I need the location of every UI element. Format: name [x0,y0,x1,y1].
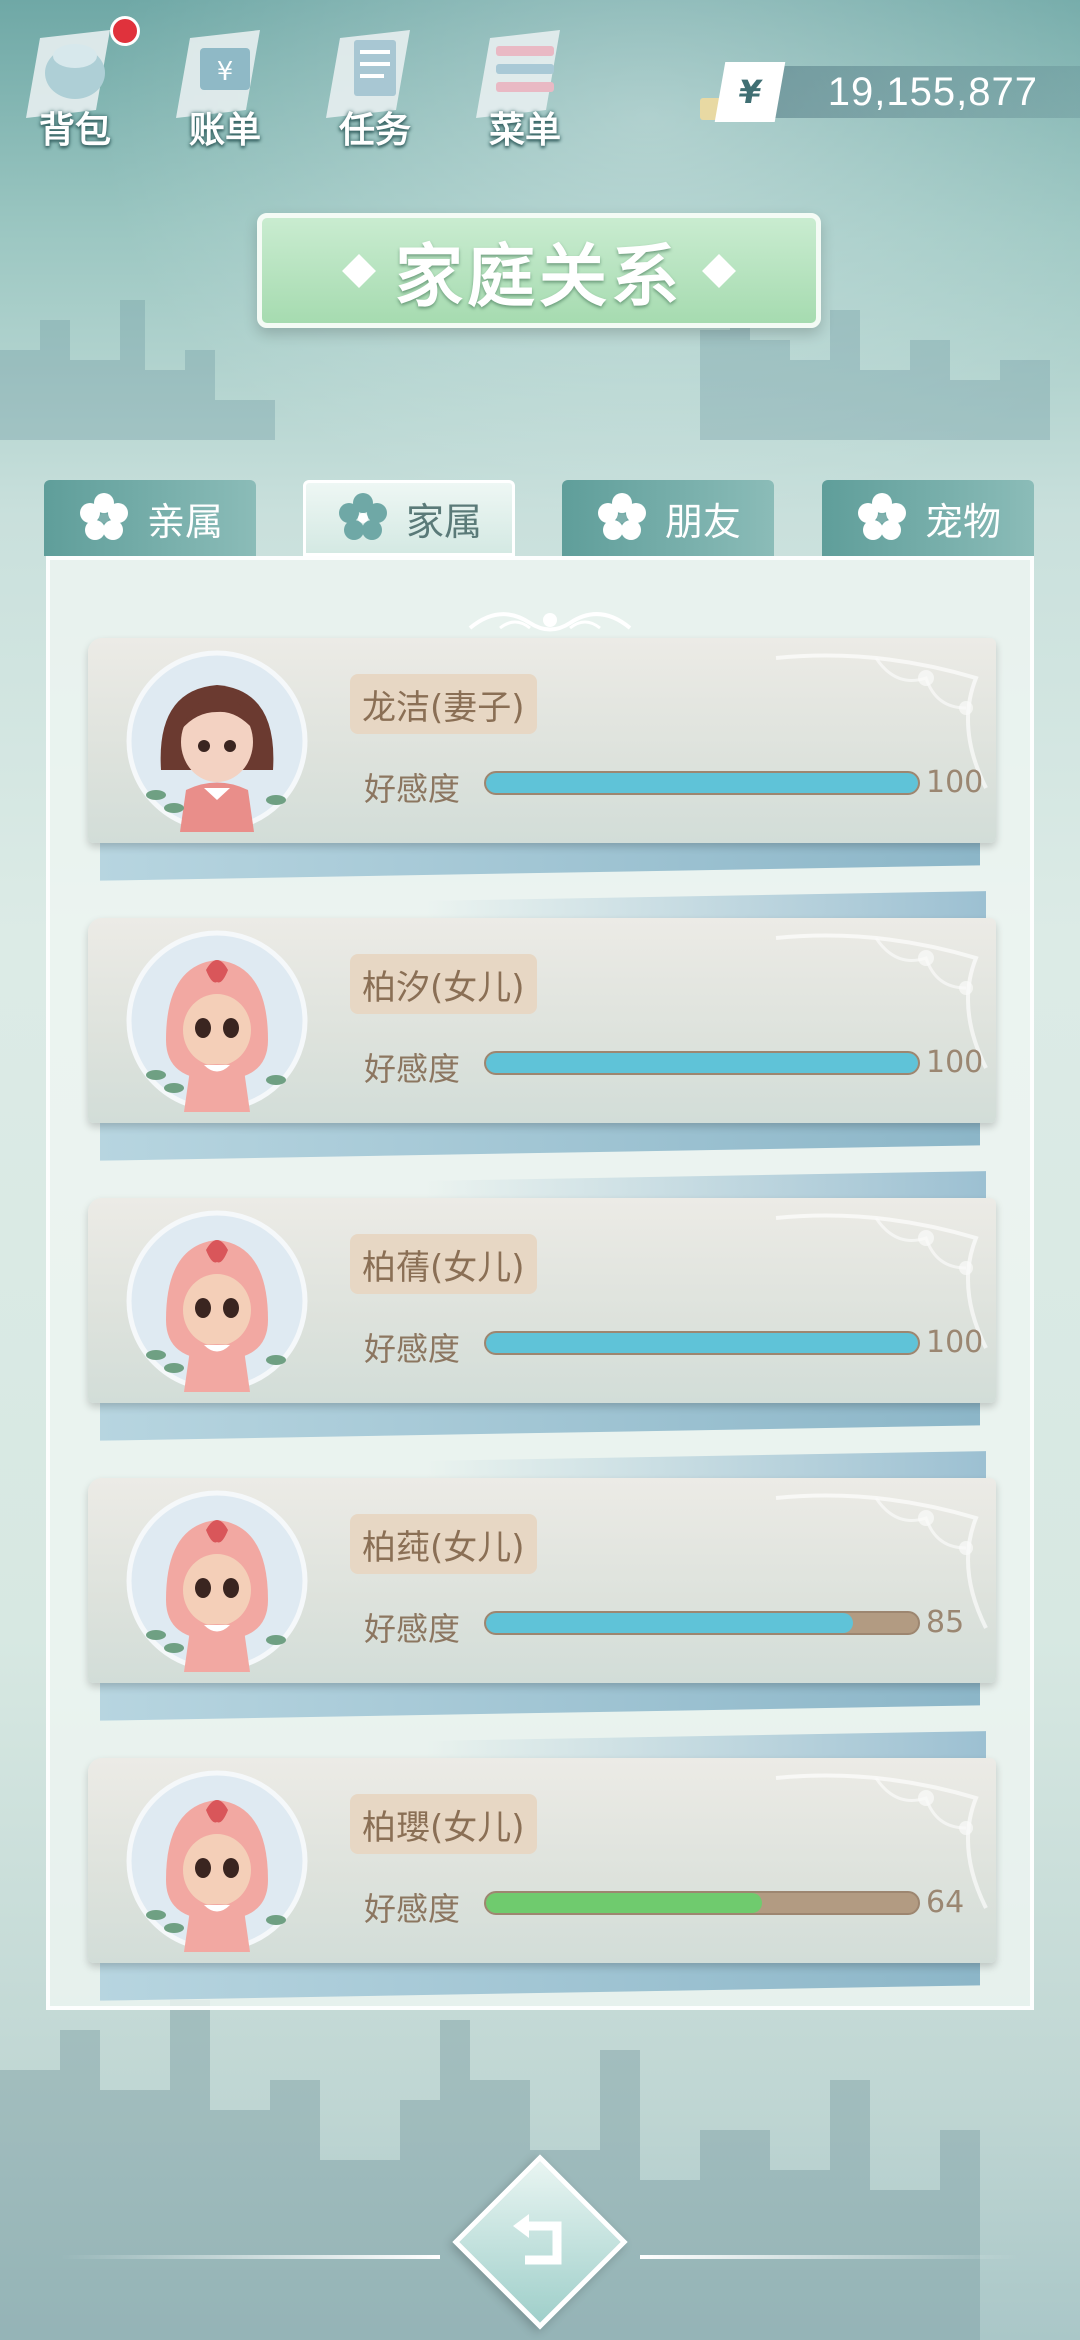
tab-label: 朋友 [664,499,741,544]
money-value: 19,155,877 [827,70,1038,114]
affinity-bar [484,771,920,795]
back-line-left [60,2255,440,2259]
tab-label: 家属 [405,499,482,544]
flower-icon [79,493,128,540]
menu-label: 菜单 [488,110,561,151]
notification-dot [110,16,140,46]
affinity-bar-fill [486,773,918,793]
floral-decoration-icon [775,1213,988,1349]
affinity-label: 好感度 [364,1330,461,1368]
floral-decoration-icon [775,933,988,1069]
flower-icon [857,493,906,540]
page-title: 家庭关系 [394,238,683,317]
affinity-value: 100 [926,1325,984,1360]
tab-label: 宠物 [924,499,1001,544]
affinity-label: 好感度 [364,1050,461,1088]
affinity-bar [484,1051,920,1075]
family-member-card[interactable]: 柏蒨(女儿) 好感度 100 [88,1171,996,1441]
floral-decoration-icon [775,1773,988,1909]
backpack-button[interactable]: 背包 [10,16,140,153]
page-title-banner: 家庭关系 [257,213,821,328]
affinity-bar-fill [486,1613,854,1633]
menu-button[interactable]: 菜单 [460,18,590,153]
tab-pets[interactable]: 宠物 [822,480,1034,556]
tab-family[interactable]: 家属 [303,480,515,556]
baby-avatar-icon [126,1770,308,1952]
card-face: 柏瓔(女儿) 好感度 64 [88,1758,996,1963]
card-face: 龙洁(妻子) 好感度 100 [88,638,996,843]
back-arrow-icon [513,2214,562,2265]
bill-label: 账单 [188,110,261,151]
flower-icon [597,493,646,540]
baby-avatar-icon [126,1490,308,1672]
affinity-bar-fill [486,1893,763,1913]
member-name: 龙洁(妻子) [350,674,537,734]
affinity-bar [484,1331,920,1355]
family-member-card[interactable]: 柏瓔(女儿) 好感度 64 [88,1731,996,2001]
scroll-ornament-icon [468,612,632,632]
member-name: 柏瓔(女儿) [350,1794,537,1854]
currency-symbol: ¥ [735,73,765,111]
card-face: 柏莼(女儿) 好感度 85 [88,1478,996,1683]
svg-text:¥: ¥ [217,57,234,87]
tab-relatives[interactable]: 亲属 [44,480,256,556]
baby-avatar-icon [126,930,308,1112]
card-face: 柏汐(女儿) 好感度 100 [88,918,996,1123]
affinity-bar-fill [486,1333,918,1353]
bill-button[interactable]: ¥ 账单 [160,18,290,153]
affinity-bar-fill [486,1053,918,1073]
floral-decoration-icon [775,1493,988,1629]
tab-friends[interactable]: 朋友 [562,480,774,556]
woman-avatar-icon [126,650,308,832]
money-display: ¥ 19,155,877 [700,62,1080,122]
affinity-value: 85 [926,1605,965,1640]
family-member-card[interactable]: 柏莼(女儿) 好感度 85 [88,1451,996,1721]
affinity-bar [484,1891,920,1915]
member-name: 柏蒨(女儿) [350,1234,537,1294]
diamond-icon [342,253,376,288]
yen-icon: ¥ [714,62,786,122]
task-button[interactable]: 任务 [310,18,440,153]
affinity-value: 100 [926,765,984,800]
affinity-bar [484,1611,920,1635]
family-member-card[interactable]: 柏汐(女儿) 好感度 100 [88,891,996,1161]
family-member-card[interactable]: 龙洁(妻子) 好感度 100 [88,638,996,881]
backpack-label: 背包 [38,110,111,151]
back-line-right [640,2255,1020,2259]
flower-icon [338,493,387,540]
affinity-label: 好感度 [364,1610,461,1648]
affinity-value: 100 [926,1045,984,1080]
affinity-label: 好感度 [364,770,461,808]
floral-decoration-icon [775,653,988,789]
member-name: 柏汐(女儿) [350,954,537,1014]
affinity-label: 好感度 [364,1890,461,1928]
member-name: 柏莼(女儿) [350,1514,537,1574]
tab-label: 亲属 [146,499,223,544]
affinity-value: 64 [926,1885,965,1920]
card-face: 柏蒨(女儿) 好感度 100 [88,1198,996,1403]
diamond-icon [702,253,736,288]
task-label: 任务 [338,110,411,151]
baby-avatar-icon [126,1210,308,1392]
